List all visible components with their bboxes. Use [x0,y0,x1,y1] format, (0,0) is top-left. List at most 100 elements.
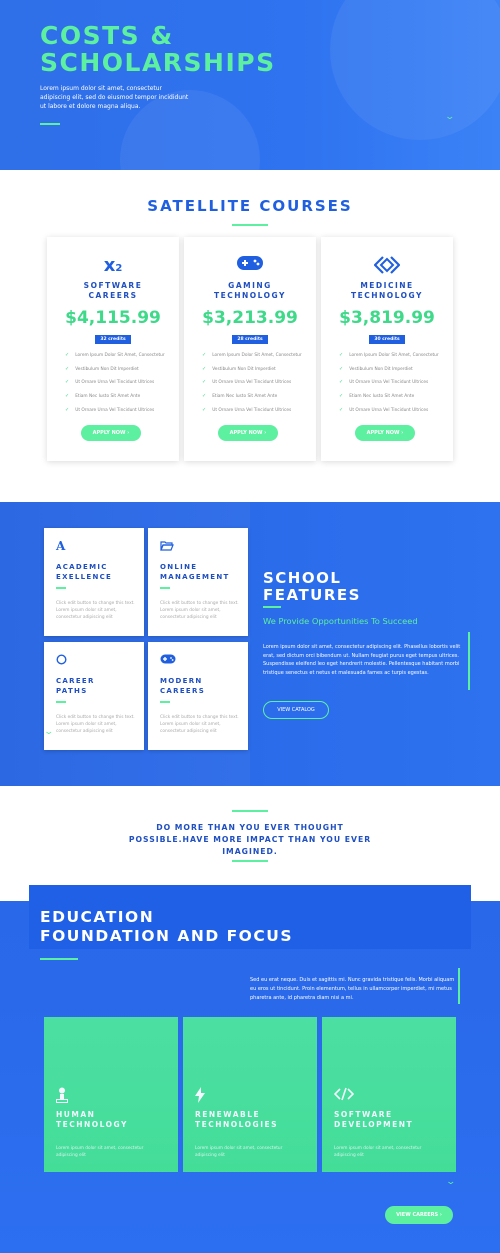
school-features-title: SCHOOL FEATURES [263,569,361,604]
hero-lead: Lorem ipsum dolor sit amet, consectetur … [40,85,189,110]
focus-tile[interactable]: SOFTWARE DEVELOPMENT Lorem ipsum dolor si… [322,1017,456,1172]
scroll-down-chevron-icon[interactable]: ⌄ [445,1178,456,1187]
check-icon: ✓ [202,393,207,400]
feature-item: ✓ Etiam Nec Iusto Sit Amet Ante [339,393,415,400]
tile-text: Lorem ipsum dolor sit amet, consectetur … [56,1146,144,1158]
code-brackets-icon [333,1087,355,1105]
feature-box: MODERN CAREERS Click edit button to chang… [148,642,248,750]
check-icon: ✓ [65,365,70,372]
check-icon: ✓ [339,406,344,413]
credits-badge: 28 credits [232,335,268,344]
gamepad-icon [184,255,316,277]
check-icon: ✓ [202,365,207,372]
feature-divider [160,701,170,703]
feature-item: ✓ Vestibulum Non Dit Imperdiet [65,365,139,372]
tile-title: SOFTWARE DEVELOPMENT [334,1110,414,1129]
feature-item: ✓ Etiam Nec Iusto Sit Amet Ante [202,393,278,400]
credits-badge: 32 credits [95,335,131,344]
check-icon: ✓ [202,406,207,413]
course-feature-list: ✓ Lorem Ipsum Dolor Sit Amet, Consectetur… [202,352,312,420]
lightning-bolt-icon [195,1087,205,1107]
feature-item: ✓ Lorem Ipsum Dolor Sit Amet, Consectetur [65,352,165,358]
check-icon: ✓ [65,406,70,413]
education-title: EDUCATION FOUNDATION AND FOCUS [40,908,293,945]
feature-box: A ACADEMIC EXELLENCE Click edit button to… [44,528,144,636]
quote-bottom-divider [232,860,268,862]
feature-title: CAREER PATHS [56,677,95,695]
letter-a-icon: A [56,539,66,553]
feature-title: MODERN CAREERS [160,677,206,695]
accent-vertical-line [458,968,460,1004]
school-features-subtitle: We Provide Opportunities To Succeed [263,616,418,626]
course-price: $3,819.99 [339,308,435,328]
folder-open-icon [160,540,174,553]
feature-item: ✓ Ut Ornare Urna Vel Tincidunt Ultrices [65,379,155,386]
person-podium-icon [56,1087,68,1107]
check-icon: ✓ [65,393,70,400]
hero-title: COSTS & SCHOLARSHIPS [40,22,276,76]
gamepad-icon [160,654,176,666]
hero-title-line1: COSTS & [40,21,174,50]
scroll-down-chevron-icon[interactable]: ⌄ [43,728,54,737]
feature-item: ✓ Etiam Nec Iusto Sit Amet Ante [65,393,141,400]
feature-item: ✓ Lorem Ipsum Dolor Sit Amet, Consectetur [202,352,302,358]
focus-tile[interactable]: RENEWABLE TECHNOLOGIES Lorem ipsum dolor … [183,1017,317,1172]
course-title: GAMING TECHNOLOGY [214,281,286,300]
feature-item: ✓ Vestibulum Non Dit Imperdiet [339,365,413,372]
subscript-x2-icon: x2 [103,255,123,276]
focus-tile[interactable]: HUMAN TECHNOLOGY Lorem ipsum dolor sit am… [44,1017,178,1172]
satellite-divider [232,224,268,226]
course-price: $3,213.99 [202,308,298,328]
check-icon: ✓ [339,365,344,372]
feature-title: ACADEMIC EXELLENCE [56,563,113,581]
tile-title: RENEWABLE TECHNOLOGIES [195,1110,279,1129]
feature-text: Click edit button to change this text. L… [160,601,239,620]
feature-item: ✓ Vestibulum Non Dit Imperdiet [202,365,276,372]
school-features-divider [263,606,281,608]
code-diamond-icon [321,255,453,277]
feature-text: Click edit button to change this text. L… [56,601,135,620]
feature-item: ✓ Ut Ornare Urna Vel Tincidunt Ultrices [202,379,292,386]
feature-box: ONLINE MANAGEMENT Click edit button to ch… [148,528,248,636]
check-icon: ✓ [65,379,70,386]
tile-title: HUMAN TECHNOLOGY [56,1110,128,1129]
apply-now-button[interactable]: APPLY NOW › [355,425,415,441]
feature-text: Click edit button to change this text. L… [160,715,239,734]
apply-now-button[interactable]: APPLY NOW › [81,425,141,441]
course-feature-list: ✓ Lorem Ipsum Dolor Sit Amet, Consectetur… [339,352,449,420]
hero-divider [40,123,60,125]
hero-background-shape [330,0,500,140]
tile-text: Lorem ipsum dolor sit amet, consectetur … [334,1146,422,1158]
education-divider [40,958,78,960]
course-card: x2 SOFTWARE CAREERS $4,115.99 32 credits … [47,237,179,461]
satellite-courses-title: SATELLITE COURSES [147,197,353,215]
check-icon: ✓ [339,379,344,386]
feature-item: ✓ Ut Ornare Urna Vel Tincidunt Ultrices [202,406,292,413]
check-icon: ✓ [339,393,344,400]
education-text: Sed eu erat neque. Duis et sagittis mi. … [250,977,455,1001]
check-icon: ✓ [202,352,207,358]
check-icon: ✓ [339,352,344,358]
apply-now-button[interactable]: APPLY NOW › [218,425,278,441]
feature-box: CAREER PATHS Click edit button to change … [44,642,144,750]
scroll-down-chevron-icon[interactable]: ⌄ [444,113,455,122]
feature-item: ✓ Lorem Ipsum Dolor Sit Amet, Consectetur [339,352,439,358]
quote-text: DO MORE THAN YOU EVER THOUGHT POSSIBLE.H… [128,823,372,856]
accent-vertical-line [468,632,470,690]
course-price: $4,115.99 [65,308,161,328]
view-catalog-button[interactable]: VIEW CATALOG [263,701,329,719]
course-feature-list: ✓ Lorem Ipsum Dolor Sit Amet, Consectetur… [65,352,175,420]
course-title: SOFTWARE CAREERS [83,281,143,300]
check-icon: ✓ [202,379,207,386]
course-card: GAMING TECHNOLOGY $3,213.99 28 credits ✓ L… [184,237,316,461]
feature-divider [56,701,66,703]
feature-text: Click edit button to change this text. L… [56,715,135,734]
credits-badge: 30 credits [369,335,405,344]
feature-item: ✓ Ut Ornare Urna Vel Tincidunt Ultrices [65,406,155,413]
course-card: MEDICINE TECHNOLOGY $3,819.99 30 credits … [321,237,453,461]
view-careers-button[interactable]: VIEW CAREERS › [385,1206,453,1224]
quote-top-divider [232,810,268,812]
circle-icon [56,654,67,667]
feature-divider [160,587,170,589]
hero-section: COSTS & SCHOLARSHIPS Lorem ipsum dolor s… [0,0,500,170]
